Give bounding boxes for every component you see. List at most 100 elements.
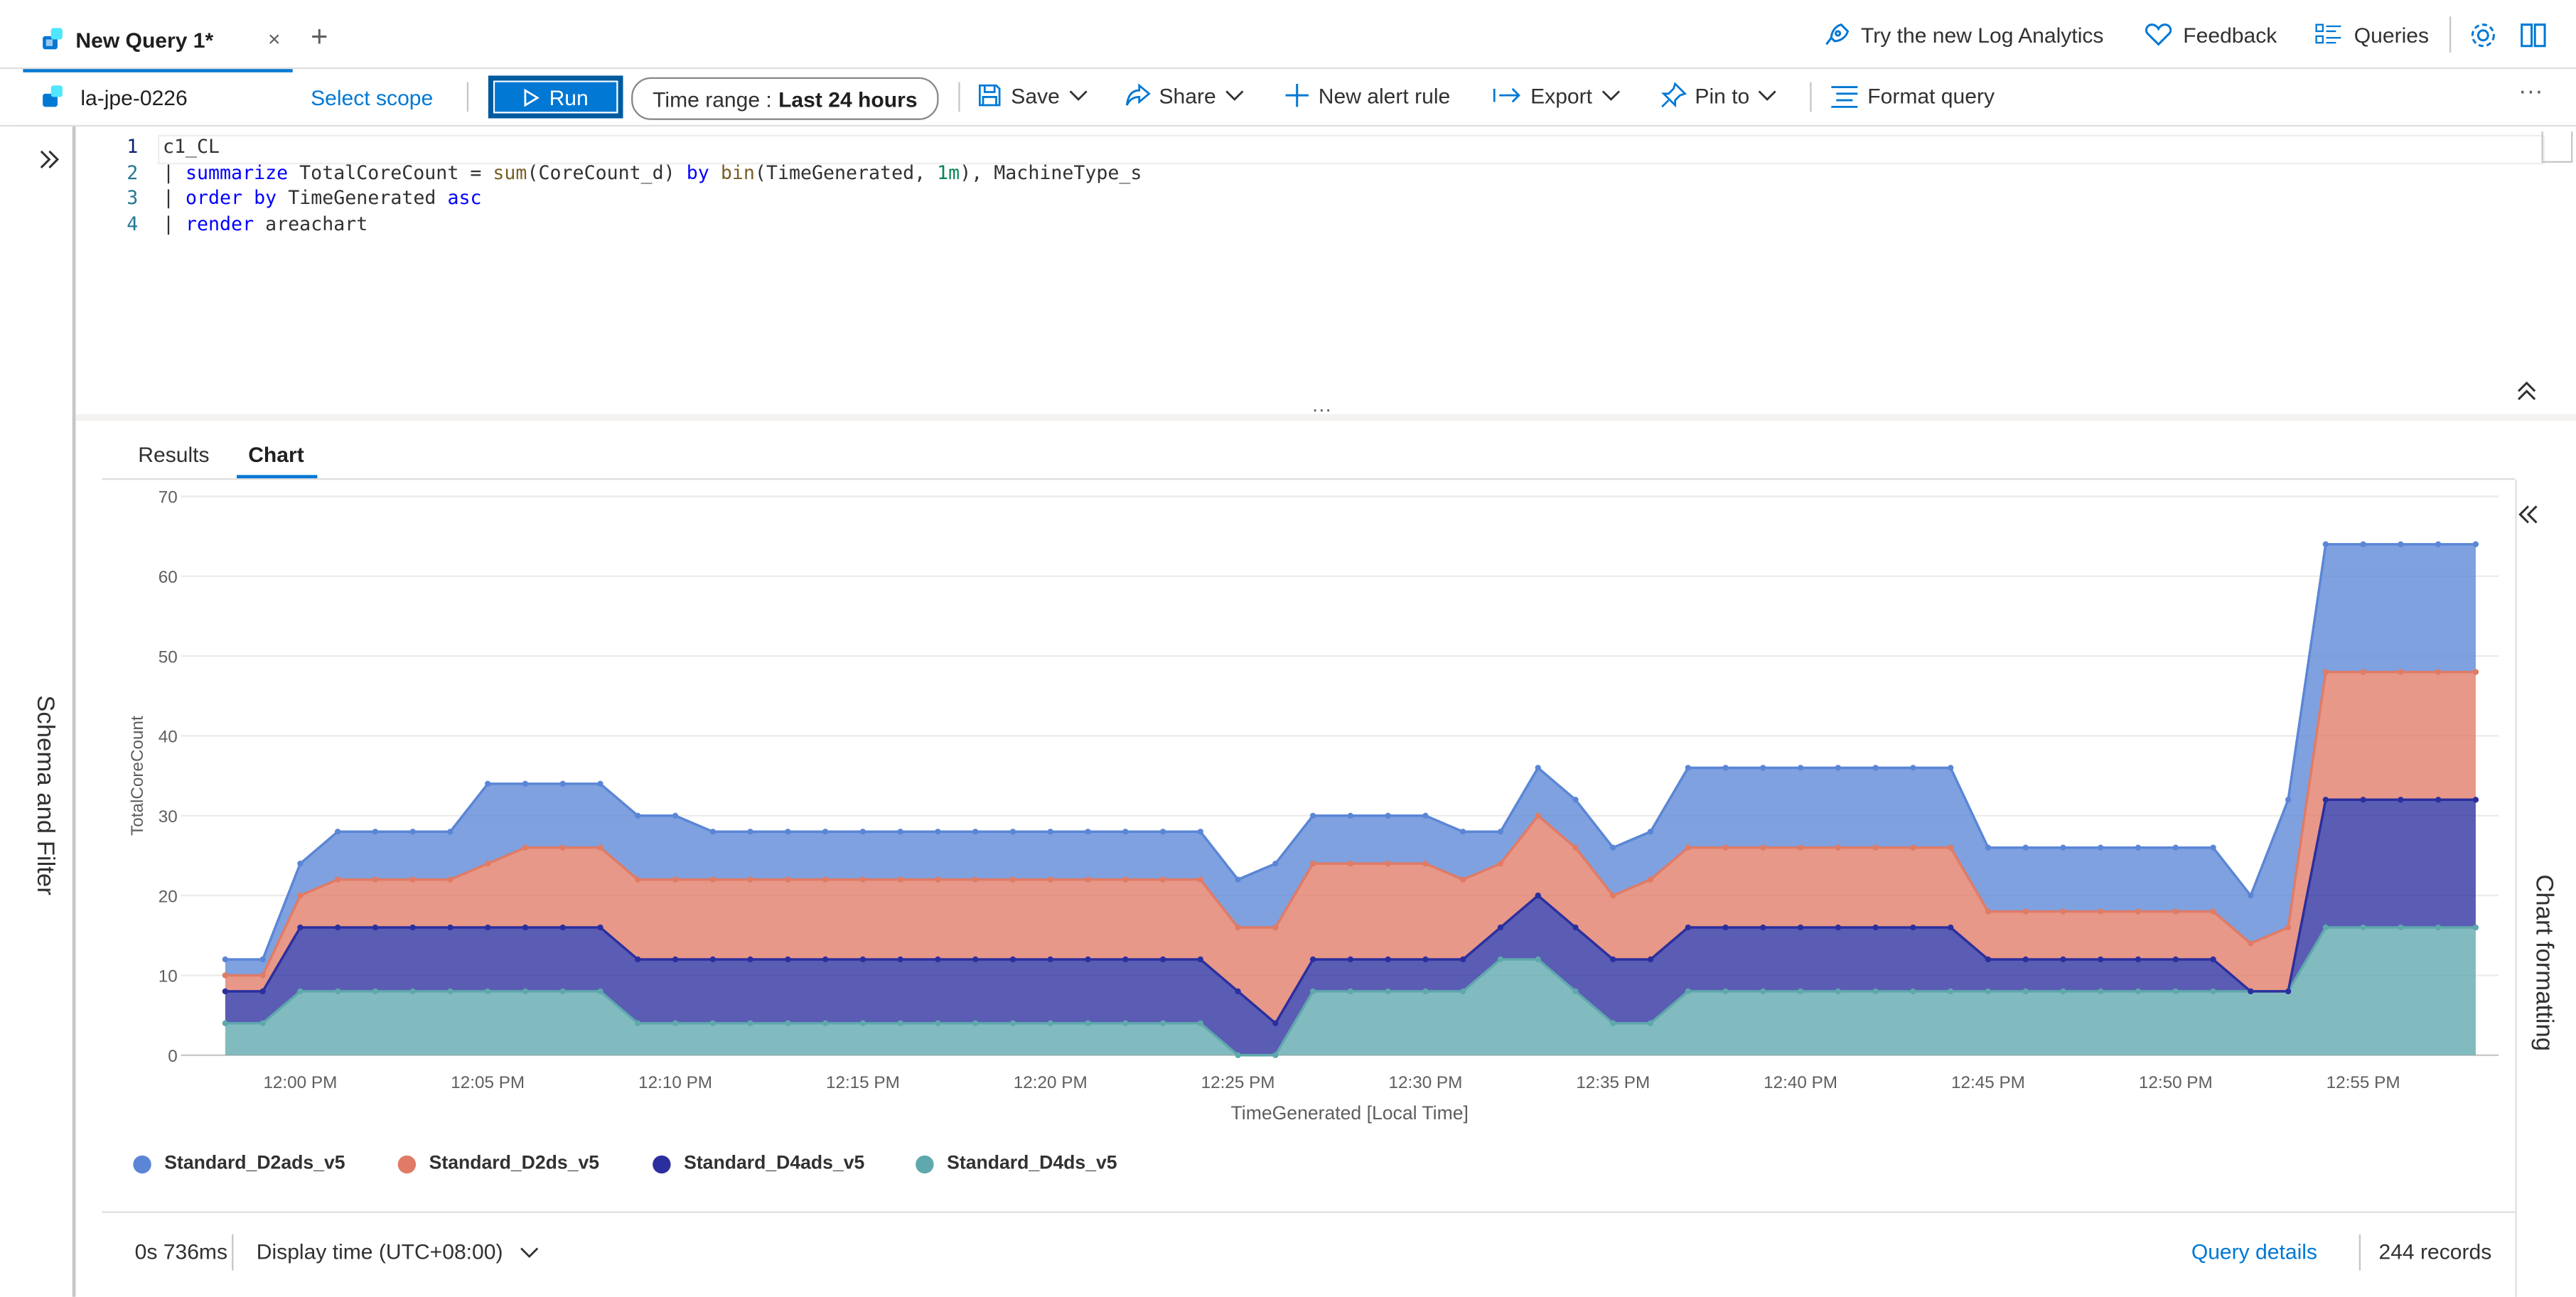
- tab-chart[interactable]: Chart: [248, 442, 304, 467]
- data-point: [2060, 908, 2066, 915]
- more-options-icon[interactable]: ···: [2518, 77, 2543, 105]
- data-point: [859, 1020, 866, 1026]
- data-point: [1760, 924, 1766, 931]
- schema-filter-label: Schema and Filter: [31, 695, 60, 895]
- data-point: [1497, 956, 1504, 963]
- log-analytics-icon: [43, 28, 63, 50]
- data-point: [485, 780, 491, 787]
- time-range-picker[interactable]: Time range : Last 24 hours: [631, 77, 939, 120]
- data-point: [1760, 765, 1766, 771]
- legend-item[interactable]: Standard_D2ds_v5: [397, 1154, 599, 1173]
- data-point: [259, 972, 266, 979]
- legend-swatch: [653, 1154, 671, 1173]
- display-time-dropdown[interactable]: Display time (UTC+08:00): [257, 1239, 540, 1264]
- expand-double-chevron-icon[interactable]: [38, 148, 60, 171]
- data-point: [1272, 860, 1279, 867]
- collapse-up-chevron-icon[interactable]: [2517, 381, 2537, 402]
- splitter-handle-icon[interactable]: ···: [1312, 398, 1332, 421]
- y-tick-label: 10: [159, 967, 178, 986]
- data-point: [2472, 669, 2479, 675]
- query-details-link[interactable]: Query details: [2191, 1239, 2317, 1264]
- data-point: [2098, 988, 2104, 995]
- log-analytics-window: New Query 1* × + Try the new Log Analyti…: [0, 0, 2576, 1297]
- legend-item[interactable]: Standard_D2ads_v5: [133, 1154, 345, 1173]
- legend-label: Standard_D4ds_v5: [947, 1153, 1117, 1174]
- legend-item[interactable]: Standard_D4ads_v5: [653, 1153, 865, 1174]
- expand-left-double-chevron-icon[interactable]: [2518, 505, 2538, 524]
- data-point: [485, 924, 491, 931]
- y-axis-label: TotalCoreCount: [128, 716, 147, 836]
- data-point: [1535, 812, 1541, 819]
- data-point: [522, 844, 529, 851]
- chart-formatting-label[interactable]: Chart formatting: [2530, 874, 2558, 1051]
- run-button[interactable]: Run: [491, 79, 620, 115]
- data-point: [1122, 956, 1129, 963]
- gear-icon[interactable]: [2469, 21, 2497, 49]
- data-point: [2210, 988, 2216, 995]
- save-icon: [978, 84, 1001, 107]
- data-point: [334, 876, 341, 883]
- book-icon[interactable]: [2518, 21, 2548, 49]
- query-editor[interactable]: c1_CL | summarize TotalCoreCount = sum(Co…: [163, 135, 1142, 237]
- data-point: [559, 844, 566, 851]
- add-tab-icon[interactable]: +: [311, 20, 328, 55]
- chevron-down-icon: [1225, 90, 1243, 101]
- data-point: [935, 876, 941, 883]
- data-point: [1385, 860, 1391, 867]
- data-point: [2472, 797, 2479, 803]
- feedback-button[interactable]: Feedback: [2144, 21, 2277, 48]
- y-tick-label: 60: [159, 568, 178, 587]
- code-line: c1_CL: [162, 134, 220, 158]
- data-point: [897, 956, 903, 963]
- data-point: [672, 956, 679, 963]
- data-point: [2248, 988, 2254, 995]
- plus-icon: [1285, 83, 1309, 107]
- data-point: [1122, 1020, 1129, 1026]
- format-query-button[interactable]: Format query: [1830, 82, 1995, 109]
- data-point: [334, 988, 341, 995]
- data-point: [1235, 924, 1241, 931]
- legend-swatch: [133, 1154, 151, 1173]
- data-point: [1685, 844, 1691, 851]
- data-point: [597, 988, 603, 995]
- data-point: [2098, 844, 2104, 851]
- data-point: [747, 956, 753, 963]
- data-point: [1047, 876, 1053, 883]
- feedback-label: Feedback: [2183, 22, 2277, 47]
- data-point: [447, 988, 454, 995]
- data-point: [1009, 1020, 1016, 1026]
- queries-list-icon: [2315, 23, 2341, 44]
- legend-label: Standard_D4ads_v5: [684, 1153, 865, 1174]
- editor-scrollbar[interactable]: [2541, 131, 2573, 163]
- data-point: [2322, 924, 2329, 931]
- data-point: [709, 1020, 716, 1026]
- pin-to-button[interactable]: Pin to: [1660, 82, 1778, 109]
- export-button[interactable]: Export: [1493, 82, 1620, 109]
- legend-item[interactable]: Standard_D4ds_v5: [916, 1153, 1117, 1174]
- pin-to-label: Pin to: [1695, 82, 1750, 108]
- data-point: [1347, 812, 1354, 819]
- y-tick-label: 70: [159, 488, 178, 507]
- queries-button[interactable]: Queries: [2314, 21, 2429, 48]
- save-button[interactable]: Save: [977, 82, 1088, 109]
- data-point: [1047, 956, 1053, 963]
- data-point: [597, 844, 603, 851]
- share-button[interactable]: Share: [1125, 82, 1244, 109]
- data-point: [1347, 988, 1354, 995]
- data-point: [1722, 844, 1729, 851]
- legend-swatch: [916, 1154, 934, 1173]
- data-point: [1910, 844, 1916, 851]
- data-point: [747, 876, 753, 883]
- data-point: [1009, 829, 1016, 835]
- data-point: [1910, 988, 1916, 995]
- data-point: [1610, 1020, 1616, 1026]
- tab-results[interactable]: Results: [138, 442, 209, 467]
- new-alert-rule-button[interactable]: New alert rule: [1284, 82, 1450, 109]
- data-point: [485, 988, 491, 995]
- select-scope-link[interactable]: Select scope: [311, 85, 433, 110]
- x-axis-label: TimeGenerated [Local Time]: [1231, 1102, 1469, 1124]
- new-alert-rule-label: New alert rule: [1318, 82, 1451, 108]
- x-tick-label: 12:35 PM: [1576, 1073, 1650, 1092]
- try-new-log-analytics-button[interactable]: Try the new Log Analytics: [1821, 21, 2103, 48]
- close-tab-icon[interactable]: ×: [268, 26, 281, 51]
